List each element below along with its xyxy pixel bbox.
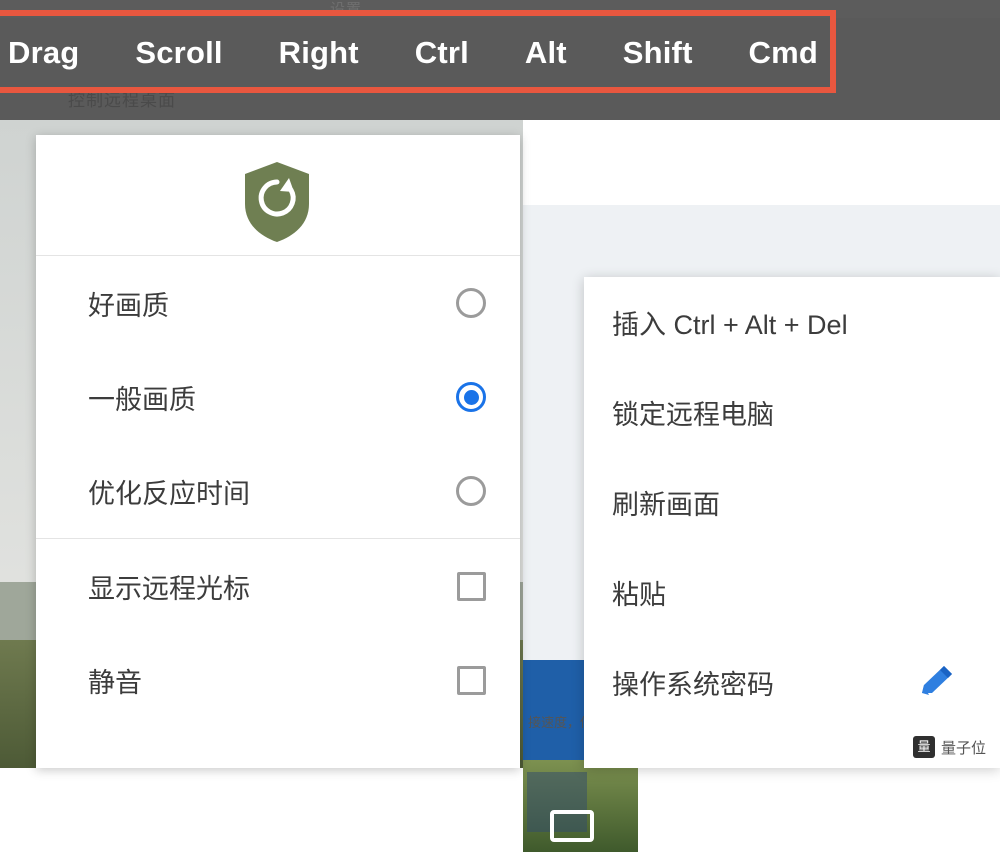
option-mute[interactable]: 静音: [36, 633, 520, 727]
option-show-remote-cursor-label: 显示远程光标: [88, 573, 250, 604]
screenshot-lower-area: 接速度，你·· 好画质 一般画质 优化反应时间 显示远程光标 静音 插入 Ctr…: [0, 120, 1000, 852]
menu-item-refresh-screen[interactable]: 刷新画面: [584, 457, 1000, 547]
option-normal-quality-label: 一般画质: [88, 384, 196, 415]
watermark-logo: 量: [912, 736, 935, 758]
option-high-quality[interactable]: 好画质: [36, 256, 520, 350]
menu-item-send-ctrl-alt-del[interactable]: 插入 Ctrl + Alt + Del: [584, 277, 1000, 367]
watermark-text: 量子位: [940, 739, 986, 757]
toolbar-highlight-box: [0, 10, 836, 93]
menu-item-paste-label: 粘贴: [612, 579, 666, 610]
option-normal-quality-radio[interactable]: [456, 382, 486, 412]
menu-item-os-password-label: 操作系统密码: [612, 669, 774, 700]
menu-item-lock-remote-pc[interactable]: 锁定远程电脑: [584, 367, 1000, 457]
option-high-quality-label: 好画质: [88, 290, 169, 321]
option-high-quality-radio[interactable]: [456, 288, 486, 318]
option-optimize-latency-label: 优化反应时间: [88, 478, 250, 509]
pencil-icon[interactable]: [918, 663, 958, 701]
option-normal-quality[interactable]: 一般画质: [36, 350, 520, 444]
option-show-remote-cursor[interactable]: 显示远程光标: [36, 539, 520, 633]
watermark: 量 量子位: [912, 736, 986, 758]
option-mute-label: 静音: [88, 667, 142, 698]
shield-refresh-icon: [245, 162, 309, 242]
quality-menu-header: [36, 135, 520, 256]
menu-item-lock-remote-pc-label: 锁定远程电脑: [612, 399, 774, 430]
remote-control-toolbar: 设置 控制远程桌面 Drag Scroll Right Ctrl Alt Shi…: [0, 0, 1000, 120]
menu-item-paste[interactable]: 粘贴: [584, 547, 1000, 637]
option-optimize-latency-radio[interactable]: [456, 476, 486, 506]
option-optimize-latency[interactable]: 优化反应时间: [36, 444, 520, 538]
option-show-remote-cursor-checkbox[interactable]: [457, 571, 486, 601]
menu-item-refresh-screen-label: 刷新画面: [612, 489, 720, 520]
menu-item-send-ctrl-alt-del-label: 插入 Ctrl + Alt + Del: [612, 309, 848, 340]
option-mute-checkbox[interactable]: [457, 665, 486, 695]
menu-item-os-password[interactable]: 操作系统密码: [584, 637, 1000, 727]
quality-settings-menu: 好画质 一般画质 优化反应时间 显示远程光标 静音: [36, 135, 520, 768]
remote-actions-context-menu: 插入 Ctrl + Alt + Del 锁定远程电脑 刷新画面 粘贴 操作系统密…: [584, 277, 1000, 768]
monitor-icon: [550, 810, 594, 842]
